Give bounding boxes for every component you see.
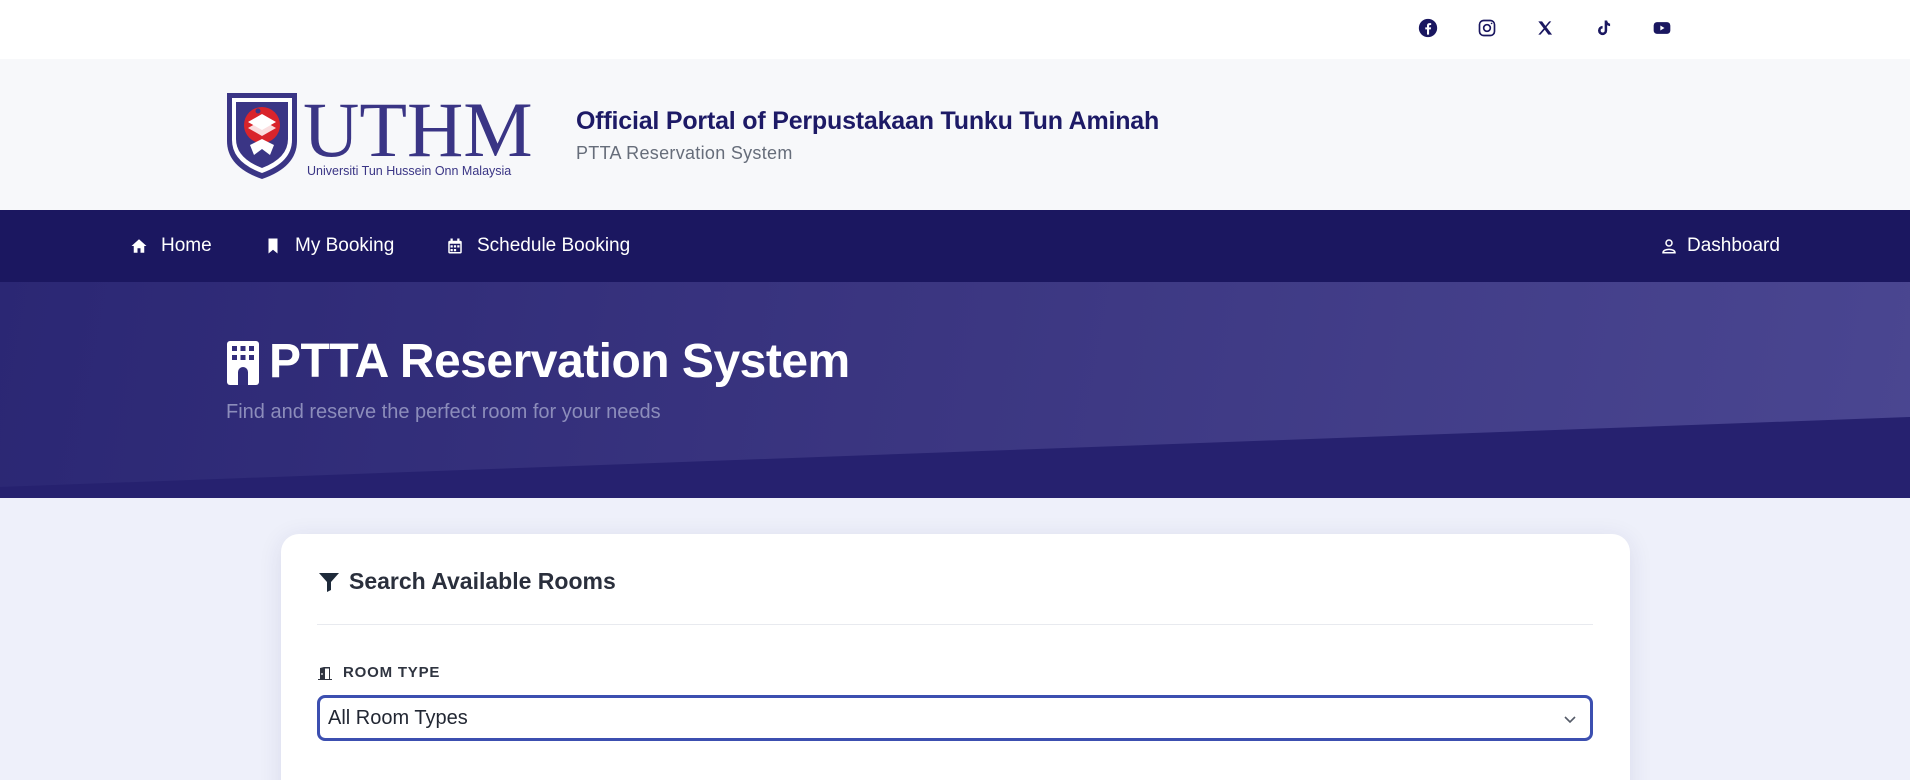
search-card: Search Available Rooms ROOM TYPE All Roo…	[281, 534, 1630, 780]
portal-subtitle: PTTA Reservation System	[576, 143, 793, 163]
youtube-icon[interactable]	[1651, 17, 1673, 39]
door-icon	[317, 665, 333, 681]
hero-title-text: PTTA Reservation System	[269, 335, 850, 388]
nav-home-label: Home	[161, 235, 212, 256]
search-heading-text: Search Available Rooms	[349, 568, 616, 594]
instagram-icon[interactable]	[1476, 17, 1498, 39]
nav-my-booking-label: My Booking	[295, 235, 395, 256]
room-type-value: All Room Types	[328, 706, 468, 729]
uthm-logo[interactable]: UTHM Universiti Tun Hussein Onn Malaysia	[225, 86, 550, 179]
hero-subtitle: Find and reserve the perfect room for yo…	[226, 401, 661, 423]
filter-icon	[317, 570, 341, 594]
calendar-icon	[445, 236, 465, 256]
chevron-down-icon	[1562, 710, 1578, 726]
logo-subtext: Universiti Tun Hussein Onn Malaysia	[307, 164, 511, 178]
tiktok-icon[interactable]	[1592, 17, 1614, 39]
user-icon	[1659, 236, 1679, 256]
card-divider	[317, 624, 1593, 625]
logo-text: UTHM	[303, 89, 533, 173]
nav-schedule-booking[interactable]: Schedule Booking	[445, 210, 630, 282]
search-heading: Search Available Rooms	[317, 568, 616, 595]
nav-my-booking[interactable]: My Booking	[263, 210, 394, 282]
social-bar	[0, 0, 1910, 59]
nav-home[interactable]: Home	[129, 210, 212, 282]
room-type-label: ROOM TYPE	[317, 664, 440, 681]
room-type-label-text: ROOM TYPE	[343, 664, 441, 681]
room-type-select[interactable]: All Room Types	[317, 695, 1593, 741]
hero-diagonal	[0, 417, 1910, 498]
nav-dashboard-label: Dashboard	[1687, 235, 1780, 256]
nav-dashboard[interactable]: Dashboard	[1659, 210, 1780, 282]
hero-title: PTTA Reservation System	[225, 334, 850, 389]
home-icon	[129, 236, 149, 256]
hero-banner: PTTA Reservation System Find and reserve…	[0, 282, 1910, 498]
brand-header: UTHM Universiti Tun Hussein Onn Malaysia…	[0, 59, 1910, 210]
portal-title: Official Portal of Perpustakaan Tunku Tu…	[576, 107, 1160, 135]
facebook-icon[interactable]	[1417, 17, 1439, 39]
x-icon[interactable]	[1534, 17, 1556, 39]
main-nav: Home My Booking Schedule Booking Dashboa…	[0, 210, 1910, 282]
bookmark-icon	[263, 236, 283, 256]
nav-schedule-booking-label: Schedule Booking	[477, 235, 631, 256]
building-icon	[225, 339, 261, 385]
